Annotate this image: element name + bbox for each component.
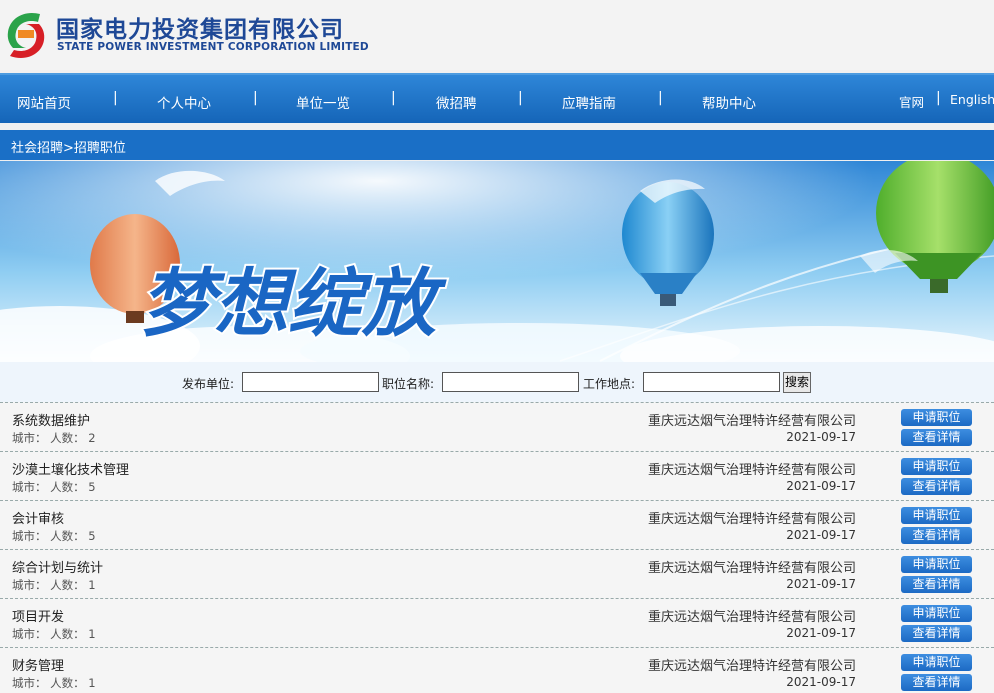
job-title[interactable]: 系统数据维护	[12, 410, 90, 429]
job-title[interactable]: 沙漠土壤化技术管理	[12, 459, 129, 478]
location-input[interactable]	[643, 372, 780, 392]
job-row: 综合计划与统计 城市： 人数： 1 重庆远达烟气治理特许经营有限公司 2021-…	[0, 549, 994, 598]
job-row: 财务管理 城市： 人数： 1 重庆远达烟气治理特许经营有限公司 2021-09-…	[0, 647, 994, 693]
job-company: 重庆远达烟气治理特许经营有限公司	[647, 659, 856, 674]
nav-separator: |	[113, 90, 118, 106]
job-meta: 城市： 人数： 1	[12, 578, 96, 592]
location-label: 工作地点:	[583, 377, 636, 391]
view-detail-button[interactable]: 查看详情	[901, 674, 972, 691]
job-title[interactable]: 综合计划与统计	[12, 557, 103, 576]
job-company: 重庆远达烟气治理特许经营有限公司	[647, 561, 856, 576]
job-company: 重庆远达烟气治理特许经营有限公司	[647, 463, 856, 478]
view-detail-button[interactable]: 查看详情	[901, 527, 972, 544]
job-date: 2021-09-17	[786, 675, 856, 689]
nav-official-site[interactable]: 官网	[899, 92, 924, 111]
job-date: 2021-09-17	[786, 577, 856, 591]
job-company: 重庆远达烟气治理特许经营有限公司	[647, 414, 856, 429]
job-title[interactable]: 项目开发	[12, 606, 64, 625]
job-date: 2021-09-17	[786, 479, 856, 493]
nav-personal-center[interactable]: 个人中心	[157, 92, 211, 112]
nav-separator: |	[518, 90, 523, 106]
unit-label: 发布单位:	[182, 377, 235, 391]
spic-logo-icon[interactable]	[4, 8, 48, 62]
job-list: 系统数据维护 城市： 人数： 2 重庆远达烟气治理特许经营有限公司 2021-0…	[0, 402, 994, 693]
nav-units[interactable]: 单位一览	[296, 92, 350, 112]
nav-separator: |	[658, 90, 663, 106]
job-meta: 城市： 人数： 1	[12, 627, 96, 641]
apply-button[interactable]: 申请职位	[901, 458, 972, 475]
job-date: 2021-09-17	[786, 528, 856, 542]
view-detail-button[interactable]: 查看详情	[901, 576, 972, 593]
job-meta: 城市： 人数： 2	[12, 431, 96, 445]
job-company: 重庆远达烟气治理特许经营有限公司	[647, 610, 856, 625]
search-button[interactable]: 搜索	[783, 372, 811, 393]
job-title[interactable]: 财务管理	[12, 655, 64, 674]
main-nav: 网站首页 | 个人中心 | 单位一览 | 微招聘 | 应聘指南 | 帮助中心 官…	[0, 73, 994, 123]
apply-button[interactable]: 申请职位	[901, 556, 972, 573]
view-detail-button[interactable]: 查看详情	[901, 429, 972, 446]
banner-image: 梦想绽放	[0, 161, 994, 362]
job-meta: 城市： 人数： 5	[12, 529, 96, 543]
job-row: 沙漠土壤化技术管理 城市： 人数： 5 重庆远达烟气治理特许经营有限公司 202…	[0, 451, 994, 500]
nav-home[interactable]: 网站首页	[17, 92, 71, 112]
job-date: 2021-09-17	[786, 626, 856, 640]
apply-button[interactable]: 申请职位	[901, 409, 972, 426]
nav-separator: |	[936, 90, 941, 106]
breadcrumb: 社会招聘>招聘职位	[0, 130, 994, 160]
job-meta: 城市： 人数： 1	[12, 676, 96, 690]
nav-separator: |	[391, 90, 396, 106]
banner-slogan: 梦想绽放	[140, 261, 447, 347]
job-title[interactable]: 会计审核	[12, 508, 64, 527]
job-row: 会计审核 城市： 人数： 5 重庆远达烟气治理特许经营有限公司 2021-09-…	[0, 500, 994, 549]
hero-banner: 梦想绽放	[0, 161, 994, 362]
nav-english[interactable]: English	[950, 92, 994, 107]
job-company: 重庆远达烟气治理特许经营有限公司	[647, 512, 856, 527]
nav-micro-recruit[interactable]: 微招聘	[436, 92, 477, 112]
brand-name-en: STATE POWER INVESTMENT CORPORATION LIMIT…	[57, 41, 369, 53]
apply-button[interactable]: 申请职位	[901, 605, 972, 622]
position-label: 职位名称:	[382, 377, 435, 391]
apply-button[interactable]: 申请职位	[901, 507, 972, 524]
job-date: 2021-09-17	[786, 430, 856, 444]
site-header: 国家电力投资集团有限公司 STATE POWER INVESTMENT CORP…	[0, 0, 994, 70]
search-bar: 发布单位: 职位名称: 工作地点: 搜索	[0, 362, 994, 402]
breadcrumb-text[interactable]: 社会招聘>招聘职位	[11, 137, 126, 156]
nav-separator: |	[253, 90, 258, 106]
job-row: 系统数据维护 城市： 人数： 2 重庆远达烟气治理特许经营有限公司 2021-0…	[0, 402, 994, 451]
nav-apply-guide[interactable]: 应聘指南	[562, 92, 616, 112]
job-row: 项目开发 城市： 人数： 1 重庆远达烟气治理特许经营有限公司 2021-09-…	[0, 598, 994, 647]
brand-name-cn: 国家电力投资集团有限公司	[56, 17, 344, 43]
unit-input[interactable]	[242, 372, 379, 392]
view-detail-button[interactable]: 查看详情	[901, 478, 972, 495]
view-detail-button[interactable]: 查看详情	[901, 625, 972, 642]
nav-help-center[interactable]: 帮助中心	[702, 92, 756, 112]
position-input[interactable]	[442, 372, 579, 392]
job-meta: 城市： 人数： 5	[12, 480, 96, 494]
apply-button[interactable]: 申请职位	[901, 654, 972, 671]
